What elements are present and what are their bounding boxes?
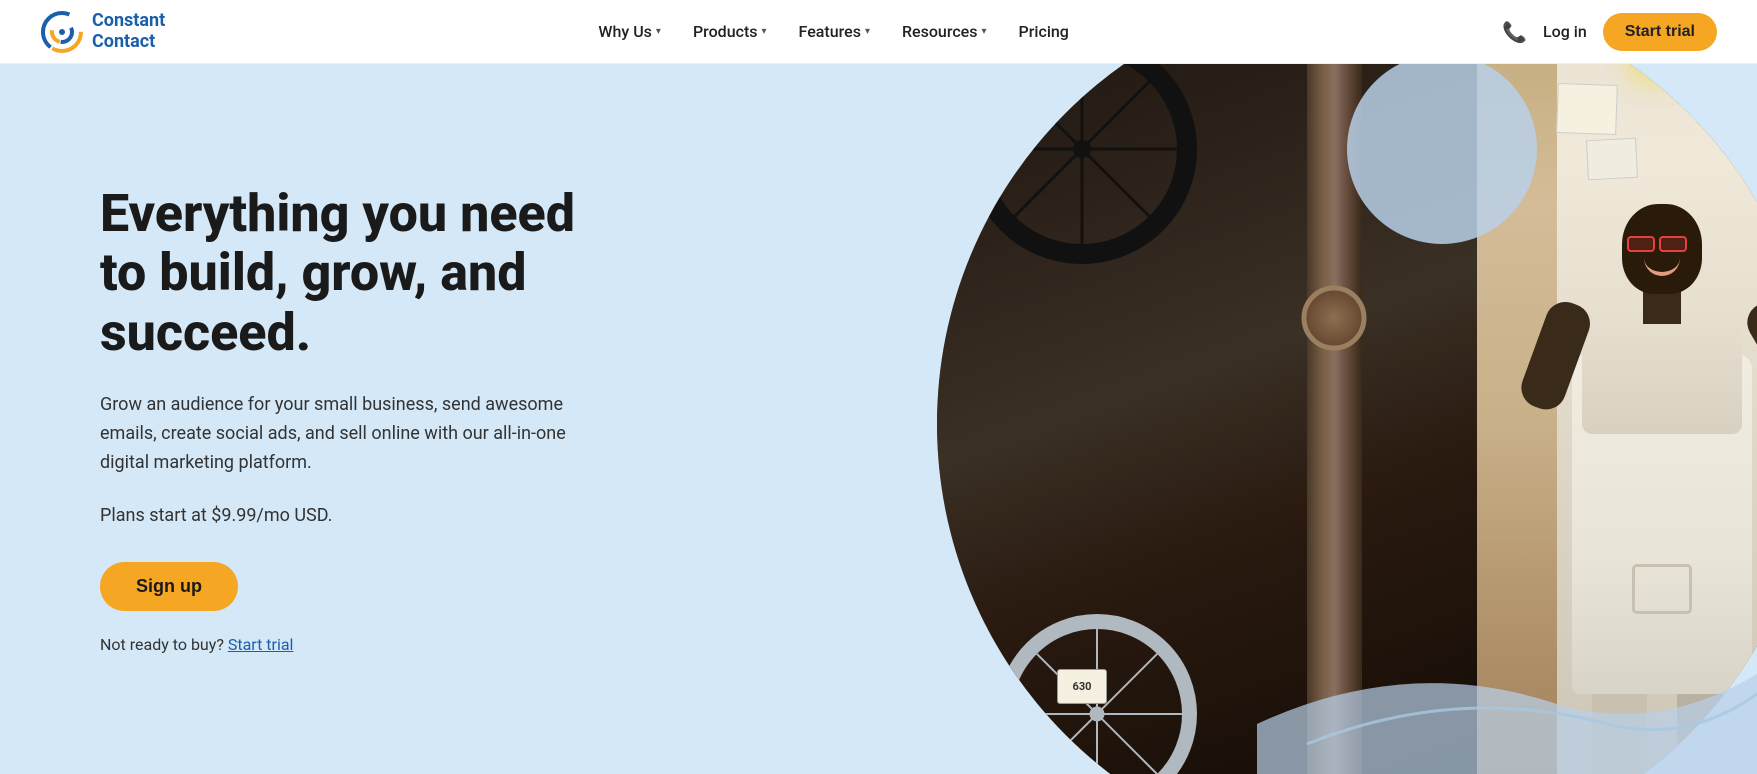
- price-tag: 630: [1057, 669, 1107, 704]
- glasses: [1627, 236, 1697, 252]
- nav-item-why-us[interactable]: Why Us ▾: [584, 14, 675, 49]
- logo[interactable]: Constant Contact: [40, 10, 165, 54]
- wall-note-1: [1556, 83, 1618, 135]
- nav-item-resources[interactable]: Resources ▾: [888, 14, 1001, 49]
- person-head: [1622, 204, 1702, 294]
- nav-item-pricing[interactable]: Pricing: [1005, 14, 1083, 49]
- start-trial-button[interactable]: Start trial: [1603, 13, 1717, 51]
- main-nav: Why Us ▾ Products ▾ Features ▾ Resources…: [584, 14, 1082, 49]
- hero-subtext: Grow an audience for your small business…: [100, 391, 580, 477]
- nav-item-features[interactable]: Features ▾: [785, 14, 884, 49]
- hero-section: Everything you need to build, grow, and …: [0, 64, 1757, 774]
- wall-note-2: [1586, 138, 1638, 181]
- hero-headline: Everything you need to build, grow, and …: [100, 184, 600, 363]
- chevron-down-icon: ▾: [762, 26, 767, 37]
- chevron-down-icon: ▾: [865, 26, 870, 37]
- header: Constant Contact Why Us ▾ Products ▾ Fea…: [0, 0, 1757, 64]
- bottom-wave-svg: [1257, 624, 1757, 774]
- start-trial-link[interactable]: Start trial: [228, 635, 294, 654]
- person-smile: [1644, 258, 1680, 276]
- phone-icon[interactable]: 📞: [1502, 20, 1527, 44]
- not-ready-text: Not ready to buy? Start trial: [100, 635, 600, 654]
- nav-item-products[interactable]: Products ▾: [679, 14, 781, 49]
- logo-text: Constant Contact: [92, 11, 165, 52]
- bottom-curve-decoration: [1257, 624, 1757, 774]
- signup-button[interactable]: Sign up: [100, 562, 238, 611]
- apron-pocket: [1632, 564, 1692, 614]
- hero-pricing: Plans start at $9.99/mo USD.: [100, 505, 600, 526]
- logo-icon: [40, 10, 84, 54]
- chevron-down-icon: ▾: [656, 26, 661, 37]
- pillar-ornament: [1302, 286, 1367, 351]
- login-link[interactable]: Log in: [1543, 22, 1587, 41]
- chevron-down-icon: ▾: [981, 26, 986, 37]
- hero-content: Everything you need to build, grow, and …: [0, 64, 680, 774]
- hero-image-area: 630: [707, 64, 1757, 774]
- header-right: 📞 Log in Start trial: [1502, 13, 1717, 51]
